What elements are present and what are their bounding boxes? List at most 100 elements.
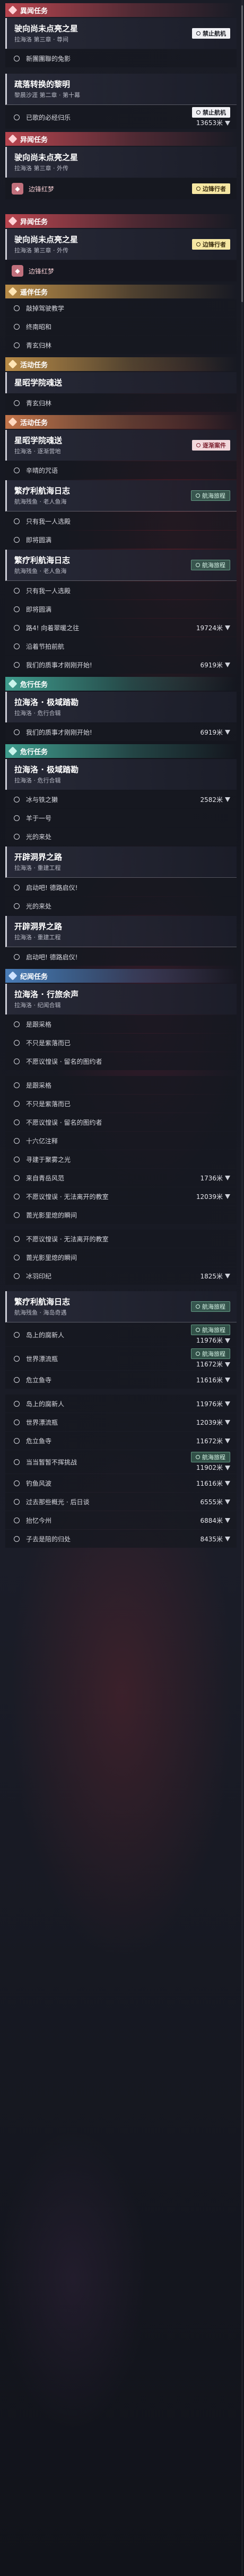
objective-row[interactable]: 不只是紫落而已 xyxy=(5,1034,237,1052)
objective-distance: 11616米 xyxy=(196,1376,223,1384)
objective-row[interactable]: 当当暂暂不挥挑战 航海旅程 11902米 xyxy=(5,1450,237,1474)
objective-distance: 11616米 xyxy=(196,1479,223,1487)
objective-row[interactable]: 子去是陪的归处 8435米 xyxy=(5,1530,237,1548)
objective-row[interactable]: 青玄归林 xyxy=(5,336,237,354)
objective-row[interactable]: 来自青岳风范 1736米 xyxy=(5,1169,237,1187)
objective-circle-icon xyxy=(14,1459,20,1465)
category-label: 纪闻任务 xyxy=(20,973,48,981)
objective-row[interactable]: 我们的质事才刚刚开始! 6919米 xyxy=(5,723,237,741)
quest-card[interactable]: 疏落转换的黎明 黎晨沙涯 第二章 · 第十幕 xyxy=(5,74,237,105)
objective-row[interactable]: 世界漂流瓶 航海旅程 11672米 xyxy=(5,1347,237,1370)
category-icon xyxy=(8,971,18,981)
objective-row[interactable]: 不愿议惶误 · 留名的图约者 xyxy=(5,1113,237,1131)
dream-icon: ◆ xyxy=(12,265,23,277)
objective-row[interactable]: 终南昭和 xyxy=(5,317,237,336)
objective-row[interactable]: 只有我一人选殿 xyxy=(5,581,237,599)
tag-icon xyxy=(196,1328,200,1333)
objective-row[interactable]: 十六亿注释 xyxy=(5,1132,237,1150)
objective-row[interactable]: 冰与铁之獭 2582米 xyxy=(5,790,237,808)
objective-row[interactable]: 新團團聯的兔影 xyxy=(5,49,237,67)
category-icon xyxy=(8,679,18,689)
objective-row[interactable]: 辛晴的咒语 xyxy=(5,461,237,479)
objective-circle-icon xyxy=(14,1137,20,1144)
quest-card[interactable]: 驶向尚未点亮之星 拉海洛 第三章 · 外传 边锋行者 xyxy=(5,229,237,260)
objective-row[interactable]: 不愿议惶误 · 无法离开的教室 xyxy=(5,1230,237,1248)
waypoint-icon xyxy=(225,1438,230,1443)
objective-row[interactable]: 冰羽印纪 1825米 xyxy=(5,1267,237,1285)
tag-icon xyxy=(196,31,201,36)
special-objective[interactable]: ◆ 边锋红梦 xyxy=(5,260,237,281)
category-label: 危行任务 xyxy=(20,748,48,756)
quest-card[interactable]: 开辟洞界之路 拉海洛 · 重建工程 xyxy=(5,846,237,878)
objective-row[interactable]: 光的来处 xyxy=(5,897,237,915)
category-header: 危行任务 xyxy=(5,677,237,691)
quest-card[interactable]: 驶向尚未点亮之星 拉海洛 第三章 · 外传 xyxy=(5,147,237,178)
objective-row[interactable]: 路4! 向着翠暖之往 19724米 xyxy=(5,619,237,637)
objective-text: 钓鱼风波 xyxy=(26,1479,52,1487)
objective-row[interactable]: 我们的质事才刚刚开始! 6919米 xyxy=(5,656,237,674)
waypoint-icon xyxy=(225,1338,230,1343)
category-label: 活动任务 xyxy=(20,419,48,427)
special-objective[interactable]: ◆ 边锋红梦 边锋行者 xyxy=(5,178,237,199)
objective-row[interactable]: 抬忆今州 6884米 xyxy=(5,1511,237,1529)
objective-row[interactable]: 岛上的腐新人 航海旅程 11976米 xyxy=(5,1323,237,1346)
objective-circle-icon xyxy=(14,1331,20,1338)
objective-row[interactable]: 沿着节拍前航 xyxy=(5,637,237,655)
objective-row[interactable]: 过去那些概光 · 后日谈 6555米 xyxy=(5,1493,237,1511)
objective-row[interactable]: 是跟采格 xyxy=(5,1015,237,1033)
quest-card[interactable]: 拉海洛 · 行旅余声 拉海洛 · 纪闻合辑 xyxy=(5,984,237,1014)
objective-row[interactable]: 即将圆满 xyxy=(5,600,237,618)
quest-card[interactable]: 开辟洞界之路 拉海洛 · 重建工程 xyxy=(5,916,237,947)
waypoint-icon xyxy=(225,1377,230,1382)
objective-row[interactable]: 不愿议惶误 · 留名的图约者 xyxy=(5,1052,237,1070)
tag-icon xyxy=(196,1455,200,1460)
objective-row[interactable]: 启动吧! 德路启仪! xyxy=(5,878,237,896)
objective-row[interactable]: 岛上的腐新人 11976米 xyxy=(5,1395,237,1413)
objective-row[interactable]: 光的来处 xyxy=(5,827,237,845)
objective-row[interactable]: 不只是紫落而已 xyxy=(5,1095,237,1113)
quest-card[interactable]: 繁疗利航海日志 航海残鱼 · 老人鱼海 航海旅程 xyxy=(5,550,237,581)
objective-circle-icon xyxy=(14,1236,20,1242)
objective-circle-icon xyxy=(14,606,20,612)
category-header: 遥伴任务 xyxy=(5,285,237,298)
objective-text: 冰与铁之獭 xyxy=(26,796,58,804)
objective-distance: 11672米 xyxy=(196,1437,223,1445)
objective-distance: 6919米 xyxy=(200,728,223,736)
objective-row[interactable]: 是跟采格 xyxy=(5,1076,237,1094)
quest-card[interactable]: 拉海洛 · 极域踏勘 拉海洛 · 危行合辑 xyxy=(5,692,237,722)
quest-card[interactable]: 星昭学院魂送 拉海洛 · 逐渐营地 逐渐案件 xyxy=(5,430,237,461)
objective-circle-icon xyxy=(14,536,20,543)
objective-text: 抬忆今州 xyxy=(26,1516,52,1524)
objective-text: 光的来处 xyxy=(26,902,52,910)
objective-row[interactable]: 敲掉驾驶教学 xyxy=(5,299,237,317)
objective-row[interactable]: 钓鱼风波 11616米 xyxy=(5,1474,237,1492)
quest-card[interactable]: 拉海洛 · 极域踏勘 拉海洛 · 危行合辑 xyxy=(5,759,237,790)
objective-row[interactable]: 青玄归林 xyxy=(5,394,237,412)
objective-row[interactable]: 危立鱼寺 11616米 xyxy=(5,1371,237,1389)
quest-subtitle: 拉海洛 · 纪闻合辑 xyxy=(14,1002,61,1009)
objective-row[interactable]: 蓖光影里熄的瞬间 xyxy=(5,1206,237,1224)
quest-card[interactable]: 繁疗利航海日志 航海残鱼 · 老人鱼海 航海旅程 xyxy=(5,480,237,511)
objective-row[interactable]: 即将圆满 xyxy=(5,531,237,549)
objective-row[interactable]: 世界漂流瓶 12039米 xyxy=(5,1413,237,1431)
objective-row[interactable]: 启动吧! 德路启仪! xyxy=(5,948,237,966)
objective-circle-icon xyxy=(14,305,20,311)
objective-circle-icon xyxy=(14,815,20,821)
objective-row[interactable]: 不愿议惶误 · 无法离开的教室 12039米 xyxy=(5,1187,237,1205)
objective-distance: 6555米 xyxy=(200,1498,223,1506)
quest-card[interactable]: 繁疗利航海日志 航海残鱼 · 海岛奇遇 航海旅程 xyxy=(5,1291,237,1322)
objective-row[interactable]: 只有我一人选殿 xyxy=(5,512,237,530)
quest-card[interactable]: 星昭学院魂送 xyxy=(5,372,237,393)
quest-card[interactable]: 驶向尚未点亮之星 拉海洛 第三章 · 尊间 禁止航机 xyxy=(5,18,237,49)
category-header: 异闻任务 xyxy=(5,132,237,146)
objective-row[interactable]: 寻建于聚雾之光 xyxy=(5,1150,237,1168)
objective-row[interactable]: 蓖光影里熄的瞬间 xyxy=(5,1248,237,1266)
objective-row[interactable]: 危立鱼寺 11672米 xyxy=(5,1432,237,1450)
objective-distance: 19724米 xyxy=(196,624,223,632)
objective-row[interactable]: 已歌的必经归乐 禁止航机 13653米 xyxy=(5,105,237,129)
objective-row[interactable]: 羊于一号 xyxy=(5,809,237,827)
scrollbar-thumb[interactable] xyxy=(241,5,243,302)
special-label: 边锋红梦 xyxy=(29,267,55,275)
scrollbar-track[interactable] xyxy=(241,0,243,2576)
dream-icon: ◆ xyxy=(12,183,23,195)
